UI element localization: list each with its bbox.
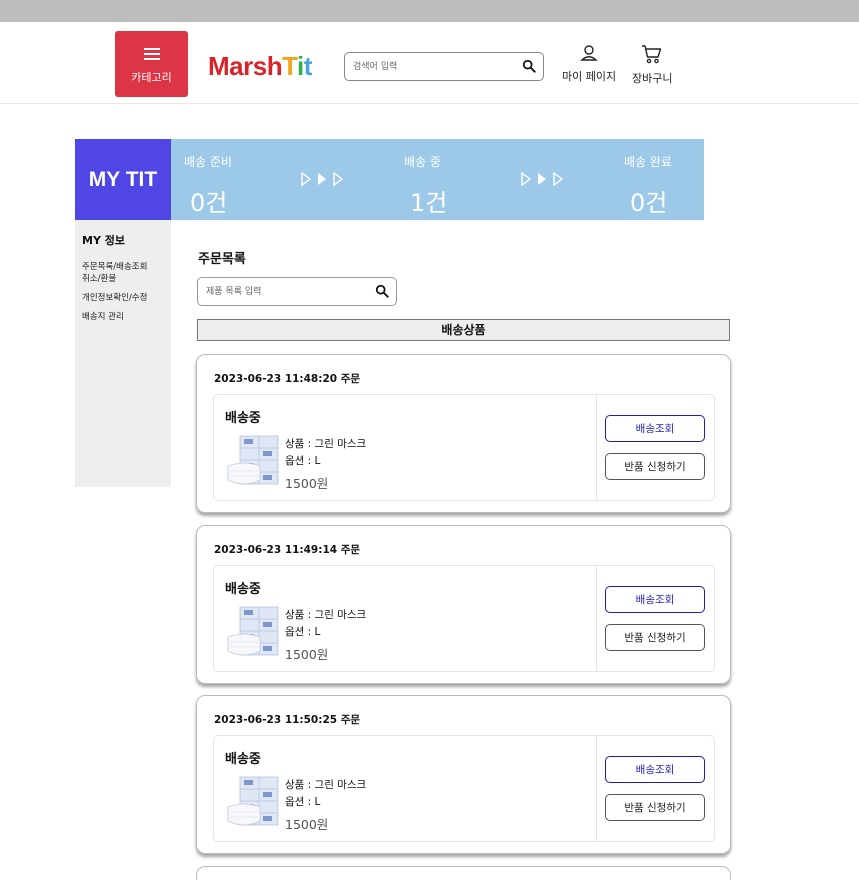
product-option: 옵션 : L [285, 626, 321, 638]
site-header: 카테고리 MarshTit 마이 페이지 장바구니 [0, 22, 859, 104]
hamburger-icon [143, 47, 160, 60]
product-option: 옵션 : L [285, 455, 321, 467]
status-count: 0건 [190, 189, 228, 217]
play-filled-icon [538, 173, 546, 185]
sidebar-item-cancel-refund[interactable]: 취소/환불 [82, 273, 164, 285]
play-outline-icon [553, 172, 563, 186]
order-search-input[interactable] [206, 279, 376, 304]
status-label: 배송 준비 [184, 155, 232, 169]
user-icon [580, 45, 598, 61]
header-search-box [344, 52, 544, 81]
play-outline-icon [301, 172, 311, 186]
category-label: 카테고리 [131, 70, 172, 84]
order-card: 2023-06-23 11:48:20 주문 배송중 상품 : 그린 마스크 옵… [196, 354, 731, 513]
status-label: 배송 중 [404, 155, 441, 169]
order-state: 배송중 [225, 582, 261, 597]
mypage-label: 마이 페이지 [562, 70, 617, 83]
mytit-brand-box: MY TIT [75, 139, 171, 220]
order-state: 배송중 [225, 752, 261, 767]
order-card: 2023-06-23 11:49:14 주문 배송중 상품 : 그린 마스크 옵… [196, 525, 731, 684]
request-return-button[interactable]: 반품 신청하기 [605, 794, 705, 821]
track-delivery-button[interactable]: 배송조회 [605, 415, 705, 442]
order-date: 2023-06-23 11:48:20 주문 [214, 373, 361, 385]
cart-link[interactable]: 장바구니 [632, 44, 672, 86]
status-label: 배송 완료 [624, 155, 672, 169]
section-header: 배송상품 [197, 319, 730, 341]
order-item: 배송중 상품 : 그린 마스크 옵션 : L 1500원 배송조회 반품 신청하… [213, 565, 715, 672]
mypage-sidebar: MY 정보 주문목록/배송조회 취소/환불 개인정보확인/수정 배송지 관리 [75, 220, 171, 487]
mask-product-image[interactable] [226, 432, 280, 490]
product-price: 1500원 [285, 647, 329, 662]
mask-product-image[interactable] [226, 603, 280, 661]
product-name: 상품 : 그린 마스크 [285, 609, 367, 621]
status-arrows [521, 172, 563, 186]
order-date: 2023-06-23 11:49:14 주문 [214, 544, 361, 556]
product-option: 옵션 : L [285, 796, 321, 808]
request-return-button[interactable]: 반품 신청하기 [605, 453, 705, 480]
site-logo[interactable]: MarshTit [208, 50, 312, 82]
mask-product-image[interactable] [226, 773, 280, 831]
order-card: 2023-06-23 11:50:25 주문 배송중 상품 : 그린 마스크 옵… [196, 695, 731, 854]
play-outline-icon [521, 172, 531, 186]
browser-top-bar [0, 0, 859, 22]
divider [596, 395, 597, 500]
search-icon[interactable] [522, 59, 536, 73]
cart-icon [642, 45, 662, 64]
order-list-title: 주문목록 [198, 252, 246, 267]
track-delivery-button[interactable]: 배송조회 [605, 586, 705, 613]
order-item: 배송중 상품 : 그린 마스크 옵션 : L 1500원 배송조회 반품 신청하… [213, 735, 715, 842]
track-delivery-button[interactable]: 배송조회 [605, 756, 705, 783]
order-item: 배송중 상품 : 그린 마스크 옵션 : L 1500원 배송조회 반품 신청하… [213, 394, 715, 501]
cart-label: 장바구니 [632, 72, 673, 85]
sidebar-heading: MY 정보 [82, 234, 125, 247]
product-price: 1500원 [285, 817, 329, 832]
status-arrows [301, 172, 343, 186]
order-search-box [197, 277, 397, 306]
order-state: 배송중 [225, 411, 261, 426]
search-icon[interactable] [375, 284, 389, 298]
status-count: 1건 [410, 189, 448, 217]
product-price: 1500원 [285, 476, 329, 491]
sidebar-item-orders[interactable]: 주문목록/배송조회 [82, 261, 164, 273]
order-card-partial [196, 866, 731, 880]
category-button[interactable]: 카테고리 [115, 31, 188, 97]
play-filled-icon [318, 173, 326, 185]
header-search-input[interactable] [353, 54, 523, 79]
sidebar-item-address[interactable]: 배송지 관리 [82, 311, 164, 323]
sidebar-item-profile[interactable]: 개인정보확인/수정 [82, 292, 164, 304]
status-count: 0건 [630, 189, 668, 217]
product-name: 상품 : 그린 마스크 [285, 779, 367, 791]
divider [596, 736, 597, 841]
request-return-button[interactable]: 반품 신청하기 [605, 624, 705, 651]
product-name: 상품 : 그린 마스크 [285, 438, 367, 450]
delivery-status-bar: 배송 준비 0건 배송 중 1건 배송 완료 0건 [171, 139, 704, 220]
mypage-link[interactable]: 마이 페이지 [562, 44, 616, 84]
order-date: 2023-06-23 11:50:25 주문 [214, 714, 361, 726]
play-outline-icon [333, 172, 343, 186]
divider [596, 566, 597, 671]
